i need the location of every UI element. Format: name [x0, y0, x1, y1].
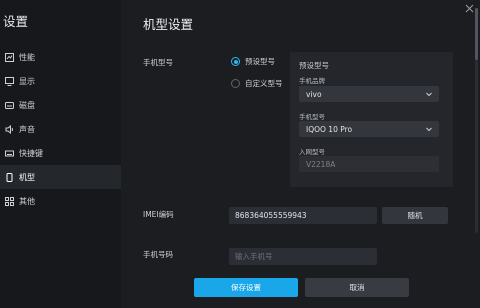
preset-panel-heading: 预设型号 [299, 61, 329, 70]
app-title: 设置 [3, 14, 29, 29]
random-imei-button[interactable]: 随机 [382, 207, 448, 224]
chevron-down-icon [425, 125, 433, 133]
sidebar-item-label: 声音 [19, 124, 35, 134]
sidebar-item-performance[interactable]: 性能 [0, 45, 121, 69]
sidebar-item-other[interactable]: 其他 [0, 189, 121, 213]
radio-preset-model[interactable]: 预设型号 [231, 56, 275, 67]
sidebar-item-label: 其他 [19, 196, 35, 206]
performance-icon [5, 52, 14, 62]
chevron-down-icon [425, 90, 433, 98]
phone-model-label: 手机型号 [299, 113, 325, 121]
sidebar-item-label: 快捷键 [19, 148, 43, 158]
phone-model-select[interactable]: IQOO 10 Pro [299, 121, 439, 137]
page-title: 机型设置 [143, 17, 194, 32]
sidebar-item-sound[interactable]: 声音 [0, 117, 121, 141]
model-label: 手机型号 [143, 58, 173, 67]
phone-number-label: 手机号码 [143, 250, 173, 259]
network-model-field: V2218A [299, 156, 439, 172]
scrollbar-thumb[interactable] [475, 8, 478, 60]
save-settings-button[interactable]: 保存设置 [194, 278, 298, 297]
imei-value: 868364055559943 [235, 211, 307, 220]
cancel-button[interactable]: 取消 [305, 278, 409, 297]
brand-label: 手机品牌 [299, 77, 325, 85]
sidebar-item-model[interactable]: 机型 [0, 165, 121, 189]
sidebar: 设置 性能 显示 磁盘 声音 快捷键 机型 其他 [0, 0, 121, 308]
sidebar-item-label: 磁盘 [19, 100, 35, 110]
phone-number-placeholder: 输入手机号 [235, 252, 273, 261]
imei-input[interactable]: 868364055559943 [229, 207, 377, 224]
sidebar-nav: 性能 显示 磁盘 声音 快捷键 机型 其他 [0, 45, 121, 213]
speaker-icon [5, 124, 14, 134]
close-icon[interactable] [465, 4, 474, 13]
phone-number-input[interactable]: 输入手机号 [229, 248, 377, 265]
radio-custom-model[interactable]: 自定义型号 [231, 78, 283, 89]
brand-value: vivo [306, 89, 322, 99]
sidebar-item-label: 机型 [19, 172, 35, 182]
sidebar-item-disk[interactable]: 磁盘 [0, 93, 121, 117]
imei-label: IMEI编码 [143, 210, 174, 219]
radio-selected-icon [231, 57, 240, 66]
scrollbar[interactable] [475, 8, 478, 233]
phone-model-value: IQOO 10 Pro [306, 124, 353, 134]
phone-icon [5, 172, 14, 182]
network-model-value: V2218A [306, 159, 336, 169]
sidebar-item-display[interactable]: 显示 [0, 69, 121, 93]
network-model-label: 入网型号 [299, 148, 325, 156]
radio-label: 预设型号 [245, 57, 275, 66]
brand-select[interactable]: vivo [299, 86, 439, 102]
disk-icon [5, 101, 14, 110]
grid-icon [5, 196, 14, 206]
keyboard-icon [5, 149, 14, 158]
sidebar-item-shortcuts[interactable]: 快捷键 [0, 141, 121, 165]
radio-label: 自定义型号 [245, 79, 283, 88]
main-panel: 机型设置 手机型号 预设型号 自定义型号 预设型号 手机品牌 vivo 手机型号… [121, 0, 480, 308]
preset-model-panel: 预设型号 手机品牌 vivo 手机型号 IQOO 10 Pro 入网型号 V22… [290, 52, 453, 187]
sidebar-item-label: 性能 [19, 52, 35, 62]
sidebar-item-label: 显示 [19, 76, 35, 86]
radio-unselected-icon [231, 79, 240, 88]
monitor-icon [5, 76, 14, 86]
